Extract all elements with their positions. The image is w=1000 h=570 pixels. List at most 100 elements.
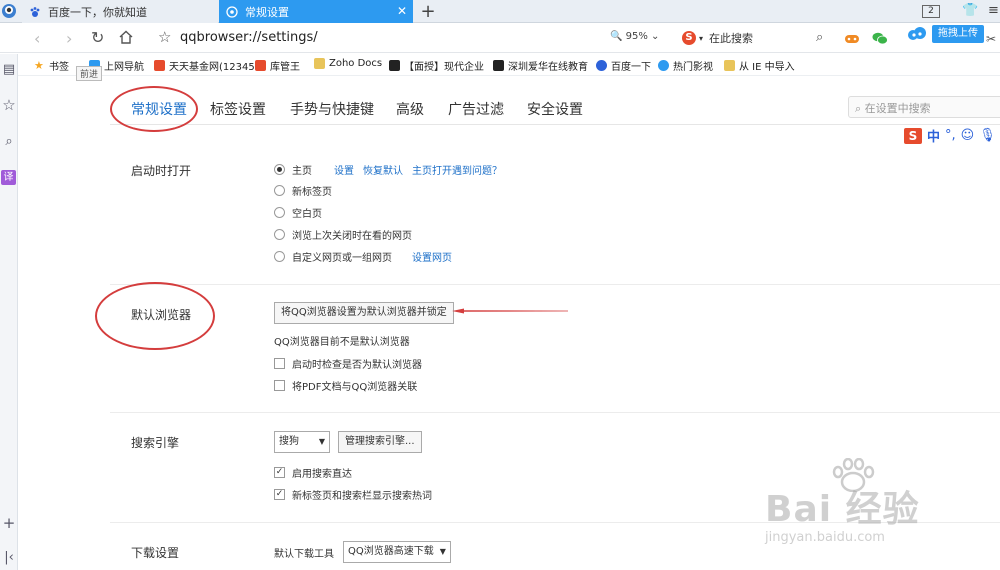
tab-title: 百度一下，你就知道 [48, 5, 147, 19]
tab-tab-settings[interactable]: 标签设置 [210, 99, 266, 119]
checkbox-label: 启用搜索直达 [292, 469, 352, 480]
game-icon[interactable] [844, 30, 860, 49]
forward-tooltip: 前进 [76, 66, 103, 81]
sogou-ime-icon[interactable]: S [904, 127, 922, 144]
menu-icon[interactable]: ≡ [988, 3, 999, 18]
reading-list-icon[interactable]: ▤ [1, 62, 17, 77]
bookmark-label: 库管王 [270, 62, 300, 73]
set-pages-link[interactable]: 设置网页 [412, 249, 452, 264]
tab-gestures-shortcuts[interactable]: 手势与快捷键 [290, 99, 374, 119]
radio-selected[interactable] [274, 164, 285, 175]
zoom-level[interactable]: 🔍 95% ⌄ [610, 31, 659, 42]
startup-option-home[interactable]: 主页 设置 恢复默认 主页打开遇到问题？ [274, 162, 502, 177]
sogou-engine-icon[interactable]: S [682, 31, 696, 45]
default-browser-row: 将QQ浏览器设置为默认浏览器并锁定 [274, 302, 454, 324]
checkbox-checked[interactable]: ✓ [274, 467, 285, 478]
refresh-icon[interactable]: ↻ [91, 28, 104, 47]
enable-direct-search[interactable]: ✓ 启用搜索直达 [274, 465, 352, 480]
bookmark-item[interactable]: Zoho Docs [314, 58, 382, 69]
bookmark-item[interactable]: 库管王 [255, 58, 300, 73]
tab-advanced[interactable]: 高级 [396, 99, 424, 119]
homepage-issue-link[interactable]: 主页打开遇到问题？ [412, 162, 502, 177]
bookmark-label: 天天基金网(12345 [169, 62, 255, 73]
baidu-paw-icon [28, 5, 42, 19]
option-label: 新标签页 [292, 187, 332, 198]
folder-icon [314, 58, 325, 69]
radio[interactable] [274, 229, 285, 240]
startup-option-blank[interactable]: 空白页 [274, 205, 322, 220]
set-link[interactable]: 设置 [334, 162, 354, 177]
selected-value: 搜狗 [279, 436, 299, 447]
download-row: 默认下载工具 QQ浏览器高速下载 ▼ [274, 541, 451, 563]
baidu-icon [596, 60, 607, 71]
bookmark-item[interactable]: 【面授】现代企业 [389, 58, 484, 73]
chevron-down-icon: ▼ [439, 547, 446, 556]
wechat-icon[interactable] [872, 30, 888, 49]
startup-option-custom[interactable]: 自定义网页或一组网页 设置网页 [274, 249, 452, 264]
tab-baidu[interactable]: 百度一下，你就知道 [22, 0, 218, 23]
search-engine-select[interactable]: 搜狗 ▼ [274, 431, 330, 453]
checkbox[interactable] [274, 380, 285, 391]
startup-option-last-session[interactable]: 浏览上次关闭时在看的网页 [274, 227, 412, 242]
bookmark-label: 【面授】现代企业 [404, 62, 484, 73]
bookmark-item[interactable]: 百度一下 [596, 58, 651, 73]
home-icon[interactable] [118, 29, 134, 48]
shirt-skin-icon[interactable]: 👕 [962, 3, 978, 18]
settings-search-input[interactable]: ⌕ 在设置中搜索 [848, 96, 1000, 118]
manage-search-engines-button[interactable]: 管理搜索引擎... [338, 431, 422, 453]
radio[interactable] [274, 251, 285, 262]
radio[interactable] [274, 207, 285, 218]
back-icon[interactable]: ‹ [34, 29, 40, 48]
bookmark-item[interactable]: 天天基金网(12345 [154, 58, 255, 73]
new-tab-button[interactable]: + [418, 1, 438, 22]
collapse-sidebar-icon[interactable]: |‹ [1, 550, 17, 565]
microphone-icon[interactable]: 🎙 [979, 128, 996, 143]
emoji-icon[interactable]: ☺ [961, 128, 975, 143]
bookmarks-bar: ★ 书签 上网导航 天天基金网(12345 库管王 Zoho Docs 【面授】现… [0, 54, 1000, 76]
upload-button[interactable]: 拖拽上传 [932, 25, 984, 43]
tab-settings[interactable]: 常规设置 ✕ [219, 0, 413, 23]
tab-ad-filter[interactable]: 广告过滤 [448, 99, 504, 119]
tab-count-badge[interactable]: 2 [922, 5, 940, 18]
bookmark-item[interactable]: 热门影视 [658, 58, 713, 73]
show-hot-words[interactable]: ✓ 新标签页和搜索栏显示搜索热词 [274, 487, 432, 502]
search-icon[interactable]: ⌕ [816, 30, 823, 45]
favorite-star-icon[interactable]: ☆ [158, 28, 171, 46]
tab-security[interactable]: 安全设置 [527, 99, 583, 119]
check-default-on-startup[interactable]: 启动时检查是否为默认浏览器 [274, 356, 422, 371]
bookmark-label: 热门影视 [673, 62, 713, 73]
search-icon[interactable]: ⌕ [1, 134, 17, 149]
restore-default-link[interactable]: 恢复默认 [363, 162, 403, 177]
set-default-browser-button[interactable]: 将QQ浏览器设置为默认浏览器并锁定 [274, 302, 454, 324]
add-icon[interactable]: + [1, 514, 17, 532]
translate-icon[interactable]: 译 [1, 170, 16, 185]
startup-option-newtab[interactable]: 新标签页 [274, 183, 332, 198]
address-bar[interactable]: qqbrowser://settings/ [180, 30, 318, 45]
favorites-star-icon[interactable]: ☆ [1, 96, 17, 114]
forward-icon[interactable]: › [66, 29, 72, 48]
cloud-upload-icon[interactable] [906, 26, 928, 46]
bookmark-label: 从 IE 中导入 [739, 62, 795, 73]
download-tool-label: 默认下载工具 [274, 548, 334, 560]
radio[interactable] [274, 185, 285, 196]
edu-icon [493, 60, 504, 71]
annotation-circle [95, 282, 215, 350]
chevron-down-icon[interactable]: ▾ [699, 34, 703, 43]
bookmark-item[interactable]: 从 IE 中导入 [724, 58, 795, 73]
bookmark-label: 百度一下 [611, 62, 651, 73]
checkbox-checked[interactable]: ✓ [274, 489, 285, 500]
ime-mode[interactable]: 中 [927, 126, 940, 145]
shop-icon [255, 60, 266, 71]
close-tab-icon[interactable]: ✕ [397, 4, 407, 18]
fund-icon [154, 60, 165, 71]
punctuation-icon[interactable]: °, [945, 128, 956, 143]
bookmark-item[interactable]: 深圳爱华在线教育 [493, 58, 588, 73]
download-tool-select[interactable]: QQ浏览器高速下载 ▼ [343, 541, 451, 563]
search-box[interactable]: S ▾ 在此搜索 [682, 30, 753, 46]
qq-browser-logo[interactable] [0, 0, 18, 22]
cut-icon[interactable]: ✂ [986, 32, 996, 46]
bookmark-item[interactable]: ★ 书签 [34, 58, 69, 73]
checkbox[interactable] [274, 358, 285, 369]
associate-pdf[interactable]: 将PDF文档与QQ浏览器关联 [274, 378, 417, 393]
search-placeholder: 在此搜索 [709, 32, 754, 45]
